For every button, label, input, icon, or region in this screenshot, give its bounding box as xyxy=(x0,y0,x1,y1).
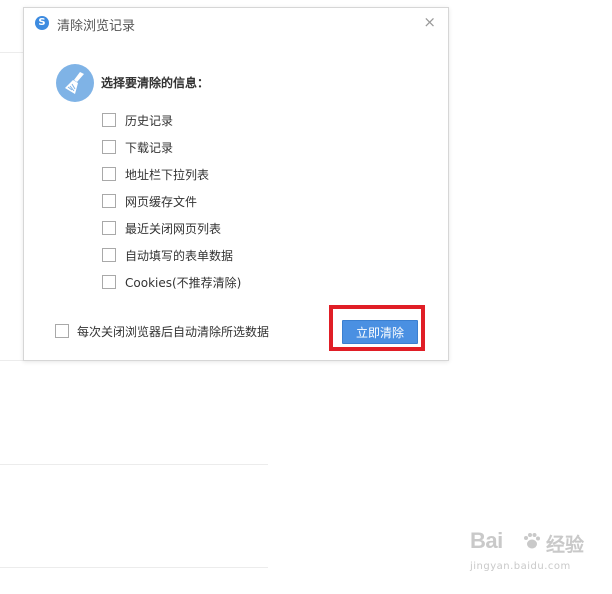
background-divider xyxy=(0,52,24,53)
option-checkbox[interactable] xyxy=(102,221,116,235)
option-checkbox[interactable] xyxy=(102,113,116,127)
paw-icon xyxy=(524,533,540,549)
broom-icon xyxy=(56,64,94,102)
auto-clear-on-exit-option[interactable]: 每次关闭浏览器后自动清除所选数据 xyxy=(55,322,269,340)
option-label: 历史记录 xyxy=(125,113,174,128)
option-cache-files[interactable]: 网页缓存文件 xyxy=(102,192,197,210)
option-history[interactable]: 历史记录 xyxy=(102,111,173,129)
option-checkbox[interactable] xyxy=(102,275,116,289)
option-checkbox[interactable] xyxy=(102,194,116,208)
option-checkbox[interactable] xyxy=(102,167,116,181)
highlight-box xyxy=(329,305,425,351)
browser-logo-icon: S xyxy=(35,16,49,30)
option-address-bar-list[interactable]: 地址栏下拉列表 xyxy=(102,165,209,183)
watermark-suffix: 经验 xyxy=(546,534,585,556)
background-divider xyxy=(0,464,268,465)
option-label: 下载记录 xyxy=(125,140,174,155)
option-checkbox[interactable] xyxy=(102,248,116,262)
option-downloads[interactable]: 下载记录 xyxy=(102,138,173,156)
option-recently-closed[interactable]: 最近关闭网页列表 xyxy=(102,219,221,237)
watermark-brand: Bai xyxy=(470,528,503,553)
dialog-title: 清除浏览记录 xyxy=(57,19,136,34)
watermark: Bai 经验 jingyan.baidu.com xyxy=(470,528,600,580)
auto-clear-checkbox[interactable] xyxy=(55,324,69,338)
section-heading: 选择要清除的信息： xyxy=(101,76,210,90)
option-label: 网页缓存文件 xyxy=(125,194,198,209)
option-label: 最近关闭网页列表 xyxy=(125,221,222,236)
option-label: Cookies(不推荐清除) xyxy=(125,275,242,290)
watermark-url: jingyan.baidu.com xyxy=(470,561,571,572)
option-autofill-forms[interactable]: 自动填写的表单数据 xyxy=(102,246,233,264)
auto-clear-label: 每次关闭浏览器后自动清除所选数据 xyxy=(77,324,270,339)
option-label: 自动填写的表单数据 xyxy=(125,248,234,263)
option-label: 地址栏下拉列表 xyxy=(125,167,210,182)
close-icon[interactable]: × xyxy=(423,13,436,31)
background-divider xyxy=(0,567,268,568)
option-checkbox[interactable] xyxy=(102,140,116,154)
option-cookies[interactable]: Cookies(不推荐清除) xyxy=(102,273,241,291)
